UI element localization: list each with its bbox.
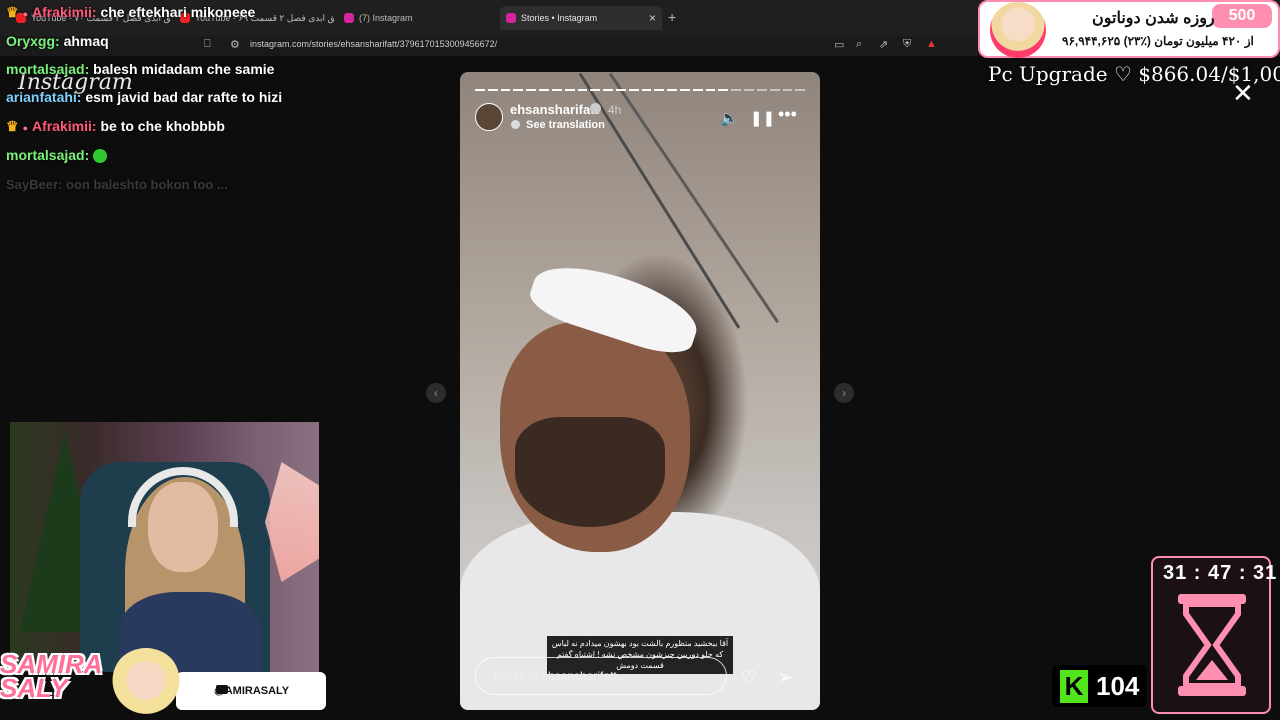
streamer-brand: SAMIRA SALY	[0, 649, 103, 703]
tab-label: (7) Instagram	[359, 13, 413, 23]
badge-icon: ●	[22, 9, 28, 19]
chat-message: mortalsajad:	[6, 147, 108, 164]
progress-segment	[731, 89, 742, 91]
progress-segment	[667, 89, 677, 91]
progress-segment	[718, 89, 729, 91]
progress-segment	[680, 89, 690, 91]
progress-segment	[654, 89, 665, 91]
progress-segment	[744, 89, 754, 91]
donation-progress-text: ۹۶,۹۴۴,۶۲۵ از ۴۲۰ میلیون تومان (٪۲۳)	[1062, 34, 1254, 48]
beard-shape	[515, 417, 665, 527]
pause-icon[interactable]: ❚❚	[750, 109, 775, 127]
tab-stories-instagram[interactable]: Stories • Instagram ×	[500, 6, 662, 30]
social-handle: @AMIRASALY	[176, 672, 326, 710]
progress-segment	[692, 89, 703, 91]
progress-segment	[526, 89, 537, 91]
reply-input[interactable]: Reply to ehsansharifatt...	[475, 657, 727, 695]
bookmark-icon[interactable]: ⎕	[204, 38, 211, 51]
crown-icon: ♛	[6, 4, 19, 20]
emote-icon	[93, 149, 108, 164]
progress-segment	[769, 89, 780, 91]
rewards-icon[interactable]: ▲	[926, 38, 937, 50]
close-tab-icon[interactable]: ×	[649, 11, 656, 25]
progress-segment	[539, 89, 549, 91]
instagram-icon	[344, 13, 354, 23]
instagram-icon	[506, 13, 516, 23]
crown-icon: ♛	[6, 118, 19, 134]
new-tab-icon[interactable]: +	[668, 9, 676, 25]
progress-segment	[603, 89, 613, 91]
see-translation-link[interactable]: See translation	[526, 119, 605, 131]
donation-avatar	[990, 2, 1046, 58]
chat-message: ♛ ● Afrakimii: be to che khobbbb	[6, 118, 225, 134]
progress-segment	[615, 89, 626, 91]
volume-icon[interactable]: 🔈	[720, 109, 739, 127]
tab-instagram[interactable]: (7) Instagram	[338, 6, 498, 30]
shield-icon[interactable]: ⛨	[903, 38, 911, 51]
viewer-count: 104	[1096, 671, 1140, 701]
progress-segment	[577, 89, 588, 91]
progress-segment	[756, 89, 767, 91]
progress-segment	[513, 89, 524, 91]
story-username[interactable]: ehsansharifatt	[510, 102, 599, 117]
brand-avatar	[110, 648, 182, 720]
previous-story-button[interactable]: ‹	[426, 383, 446, 403]
progress-segment	[590, 89, 601, 91]
story-time: 4h	[608, 103, 622, 117]
hexagon-lights	[265, 462, 319, 582]
cast-icon[interactable]: ▭	[834, 38, 844, 51]
send-icon[interactable]: ➢	[778, 667, 793, 688]
close-icon[interactable]: ✕	[1232, 78, 1254, 109]
tab-label: Stories • Instagram	[521, 13, 598, 23]
progress-segment	[628, 89, 639, 91]
chat-message: Oryxgg: ahmaq	[6, 33, 109, 49]
hourglass-icon	[1178, 594, 1246, 696]
chat-message: mortalsajad: balesh midadam che samie	[6, 61, 275, 77]
progress-segment	[782, 89, 793, 91]
donation-badge: 500	[1212, 4, 1272, 28]
zoom-icon[interactable]: ⌕	[856, 38, 862, 51]
chat-message: arianfatahi: esm javid bad dar rafte to …	[6, 89, 283, 105]
share-icon[interactable]: ⇗	[879, 38, 888, 51]
story-author-avatar[interactable]	[475, 103, 503, 131]
like-heart-icon[interactable]: ♡	[741, 667, 757, 688]
badge-icon: ●	[22, 123, 28, 133]
chat-message-faded: SayBeer: oon baleshto bokon too ...	[6, 177, 228, 192]
progress-segment	[564, 89, 575, 91]
donation-title: روزه شدن دوناتون	[1092, 10, 1215, 27]
progress-segment	[475, 89, 485, 91]
stream-timer: 31 : 47 : 31	[1163, 562, 1278, 584]
youtube-icon	[216, 685, 228, 694]
next-story-button[interactable]: ›	[834, 383, 854, 403]
chat-message: ♛ ● Afrakimii: che eftekhari mikoneee	[6, 4, 256, 20]
progress-segment	[795, 89, 806, 91]
progress-segment	[487, 89, 498, 91]
verified-icon	[590, 103, 601, 114]
story-media[interactable]	[460, 72, 820, 710]
progress-segment	[500, 89, 511, 91]
translate-icon	[511, 120, 520, 129]
progress-segment	[641, 89, 652, 91]
story-progress-bar	[475, 89, 806, 91]
site-settings-icon[interactable]: ⚙	[230, 38, 240, 51]
kick-logo-icon: K	[1060, 670, 1088, 703]
more-options-icon[interactable]: •••	[778, 104, 797, 125]
progress-segment	[551, 89, 562, 91]
webcam-feed	[10, 422, 319, 672]
url-text[interactable]: instagram.com/stories/ehsansharifatt/379…	[250, 39, 497, 49]
progress-segment	[705, 89, 716, 91]
